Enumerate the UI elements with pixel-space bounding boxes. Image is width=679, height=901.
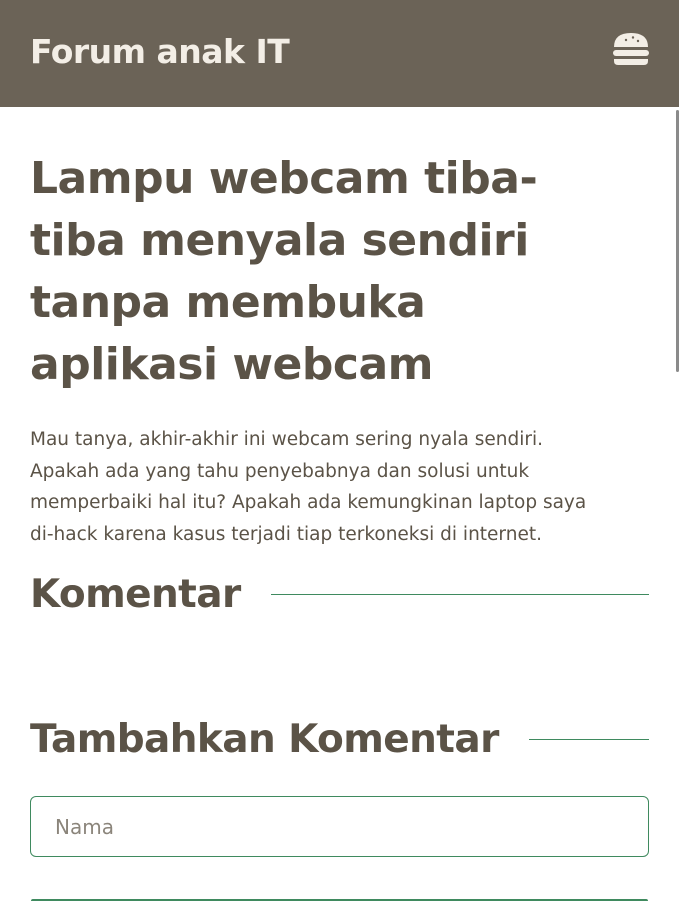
add-comment-section-heading: Tambahkan Komentar xyxy=(30,717,649,762)
comments-heading: Komentar xyxy=(30,572,241,618)
comments-section-heading: Komentar xyxy=(30,572,649,617)
post-body: Mau tanya, akhir-akhir ini webcam sering… xyxy=(30,429,587,545)
hamburger-menu-icon xyxy=(613,33,649,65)
add-comment-heading: Tambahkan Komentar xyxy=(30,717,499,763)
post-title: Lampu webcam tiba-tiba menyala sendiri t… xyxy=(30,153,538,390)
app-title[interactable]: Forum anak IT xyxy=(30,32,290,71)
app-header: Forum anak IT xyxy=(0,0,679,107)
comments-heading-divider xyxy=(270,594,649,596)
add-comment-heading-divider xyxy=(528,739,649,741)
name-input[interactable] xyxy=(30,796,649,858)
main-content: Lampu webcam tiba-tiba menyala sendiri t… xyxy=(30,148,649,858)
hamburger-menu-button[interactable] xyxy=(612,31,650,67)
